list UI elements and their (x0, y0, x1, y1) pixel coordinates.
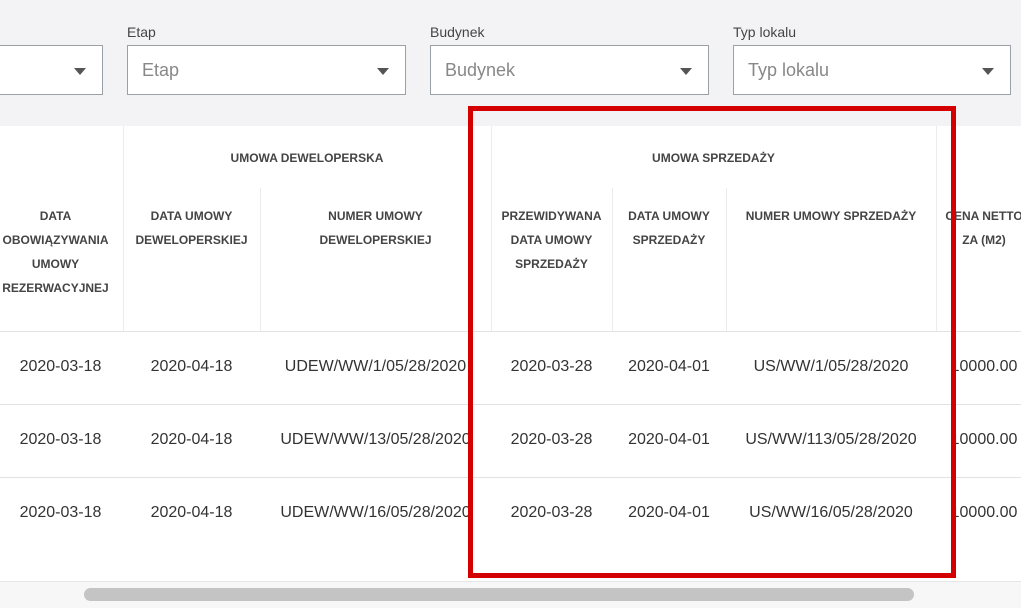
chevron-down-icon (982, 68, 994, 75)
cell-data-umowy-deweloperskiej: 2020-04-18 (150, 431, 233, 448)
cell-data-umowy-deweloperskiej: 2020-04-18 (150, 504, 233, 521)
contracts-table: UMOWA DEWELOPERSKA UMOWA SPRZEDAŻY DATA … (0, 126, 1021, 581)
filters-bar: Etap Etap Budynek Budynek Typ lokalu Typ… (0, 0, 1021, 118)
typ-lokalu-select[interactable]: Typ lokalu (733, 45, 1011, 95)
chevron-down-icon (377, 68, 389, 75)
header-divider (0, 331, 1021, 332)
budynek-placeholder: Budynek (445, 60, 516, 80)
cell-data-umowy-deweloperskiej: 2020-04-18 (150, 358, 233, 375)
col-header-przewidywana-data[interactable]: PRZEWIDYWANA DATA UMOWY SPRZEDAŻY (491, 204, 612, 276)
row-divider (0, 404, 1021, 405)
col-header-data-umowy-deweloperskiej[interactable]: DATA UMOWY DEWELOPERSKIEJ (123, 204, 260, 252)
cell-numer-umowy-deweloperskiej: UDEW/WW/13/05/28/2020 (280, 431, 471, 448)
cell-data-umowy-sprzedazy: 2020-04-01 (628, 358, 710, 375)
chevron-down-icon (74, 68, 86, 75)
col-header-numer-umowy-sprzedazy[interactable]: NUMER UMOWY SPRZEDAŻY (726, 204, 936, 228)
etap-placeholder: Etap (142, 60, 180, 80)
cell-cena-netto: 10000.00 (950, 431, 1018, 448)
group-header-umowa-deweloperska: UMOWA DEWELOPERSKA (230, 151, 384, 165)
budynek-select[interactable]: Budynek (430, 45, 709, 95)
col-header-cena-netto[interactable]: CENA NETTO ZA (M2) (936, 204, 1021, 252)
typ-lokalu-label: Typ lokalu (733, 24, 797, 40)
cell-numer-umowy-deweloperskiej: UDEW/WW/1/05/28/2020 (284, 358, 467, 375)
cell-numer-umowy-sprzedazy: US/WW/1/05/28/2020 (753, 358, 909, 375)
row-divider (0, 477, 1021, 478)
cell-data-obowiazywania: 2020-03-18 (19, 504, 102, 521)
cell-data-obowiazywania: 2020-03-18 (19, 358, 102, 375)
cell-numer-umowy-sprzedazy: US/WW/16/05/28/2020 (749, 504, 913, 521)
etap-select[interactable]: Etap (127, 45, 406, 95)
cell-data-obowiazywania: 2020-03-18 (19, 431, 102, 448)
col-header-data-umowy-sprzedazy[interactable]: DATA UMOWY SPRZEDAŻY (612, 204, 726, 252)
cell-cena-netto: 10000.00 (950, 358, 1018, 375)
cell-przewidywana-data: 2020-03-28 (510, 358, 593, 375)
col-header-data-obowiazywania[interactable]: DATA OBOWIĄZYWANIA UMOWY REZERWACYJNEJ (0, 204, 123, 300)
group-header-umowa-sprzedazy: UMOWA SPRZEDAŻY (652, 151, 775, 165)
cell-numer-umowy-sprzedazy: US/WW/113/05/28/2020 (745, 431, 917, 448)
cell-przewidywana-data: 2020-03-28 (510, 504, 593, 521)
etap-label: Etap (127, 24, 156, 40)
cell-data-umowy-sprzedazy: 2020-04-01 (628, 504, 710, 521)
budynek-label: Budynek (430, 24, 485, 40)
scrollbar-thumb[interactable] (84, 588, 914, 601)
horizontal-scrollbar[interactable] (0, 581, 1021, 608)
cell-data-umowy-sprzedazy: 2020-04-01 (628, 431, 710, 448)
cell-numer-umowy-deweloperskiej: UDEW/WW/16/05/28/2020 (280, 504, 471, 521)
cell-cena-netto: 10000.00 (950, 504, 1018, 521)
filter-select-first[interactable] (0, 45, 103, 95)
col-header-numer-umowy-deweloperskiej[interactable]: NUMER UMOWY DEWELOPERSKIEJ (260, 204, 491, 252)
cell-przewidywana-data: 2020-03-28 (510, 431, 593, 448)
typ-lokalu-placeholder: Typ lokalu (748, 60, 830, 80)
chevron-down-icon (680, 68, 692, 75)
